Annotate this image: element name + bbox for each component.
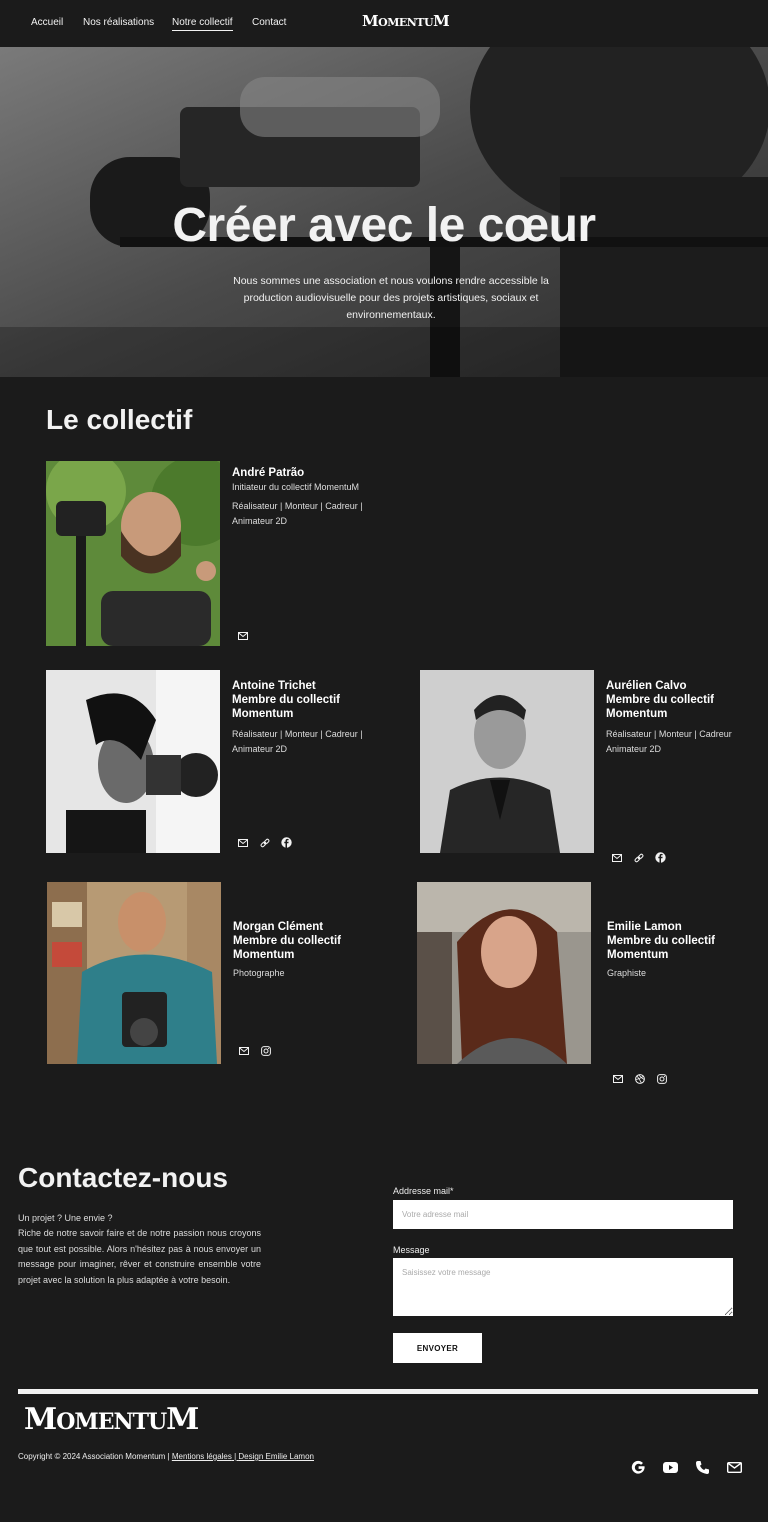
nav-collectif[interactable]: Notre collectif [172, 17, 233, 31]
member-socials [236, 629, 249, 642]
email-label: Addresse mail* [393, 1186, 454, 1196]
member-socials [610, 851, 667, 864]
nav-contact[interactable]: Contact [252, 17, 286, 28]
contact-lead: Un projet ? Une envie ? [18, 1213, 113, 1223]
member-name: Morgan Clément Membre du collectif Moment… [233, 921, 341, 961]
member-name: Emilie Lamon Membre du collectif Momentum [607, 921, 715, 961]
member-photo-morgan [47, 882, 221, 1064]
momentum-logo[interactable]: MOMENTUM [362, 12, 450, 30]
member-socials [236, 836, 293, 849]
nav-realisations[interactable]: Nos réalisations [83, 17, 154, 28]
send-button[interactable]: ENVOYER [393, 1333, 482, 1363]
member-name: Aurélien Calvo Membre du collectif Moment… [606, 680, 714, 720]
hero-title: Créer avec le cœur [172, 199, 596, 252]
member-photo-emilie [417, 882, 591, 1064]
dribbble-icon[interactable] [633, 1072, 646, 1085]
copyright: Copyright © 2024 Association Momentum | … [18, 1452, 314, 1461]
design-link[interactable]: Design Emilie Lamon [238, 1452, 314, 1461]
mail-icon[interactable] [611, 1072, 624, 1085]
link-icon[interactable] [258, 836, 271, 849]
member-photo-antoine [46, 670, 220, 853]
youtube-icon[interactable] [662, 1459, 679, 1476]
footer-logo[interactable]: MOMENTUM [24, 1402, 199, 1437]
hero-subtitle: Nous sommes une association et nous voul… [233, 275, 549, 321]
facebook-icon[interactable] [654, 851, 667, 864]
mail-icon[interactable] [726, 1459, 743, 1476]
mail-icon[interactable] [237, 1044, 250, 1057]
message-label: Message [393, 1245, 430, 1255]
member-skills: Graphiste [607, 968, 647, 978]
link-icon[interactable] [632, 851, 645, 864]
instagram-icon[interactable] [655, 1072, 668, 1085]
member-skills: Photographe [233, 968, 285, 978]
footer-divider [18, 1389, 758, 1394]
member-photo-andre [46, 461, 220, 646]
member-skills: Réalisateur | Monteur | Cadreur | Animat… [232, 501, 363, 526]
contact-title: Contactez-nous [18, 1162, 228, 1193]
message-field[interactable] [393, 1258, 733, 1316]
phone-icon[interactable] [694, 1459, 711, 1476]
email-field[interactable] [393, 1200, 733, 1229]
contact-description: Riche de notre savoir faire et de notre … [18, 1228, 261, 1285]
footer-social-icons [630, 1459, 743, 1476]
member-skills: Réalisateur | Monteur | Cadreur | Animat… [232, 729, 363, 754]
member-photo-aurelien [420, 670, 594, 853]
hero-banner: Créer avec le cœur Nous sommes une assoc… [0, 47, 768, 377]
member-name: Antoine Trichet Membre du collectif Momen… [232, 680, 340, 720]
instagram-icon[interactable] [259, 1044, 272, 1057]
member-socials [237, 1044, 272, 1057]
top-nav: Accueil Nos réalisations Notre collectif… [0, 0, 768, 47]
mail-icon[interactable] [236, 836, 249, 849]
mail-icon[interactable] [236, 629, 249, 642]
member-socials [611, 1072, 668, 1085]
mail-icon[interactable] [610, 851, 623, 864]
legal-link[interactable]: Mentions légales [172, 1452, 232, 1461]
facebook-icon[interactable] [280, 836, 293, 849]
nav-accueil[interactable]: Accueil [31, 17, 63, 28]
member-role: Initiateur du collectif MomentuM [232, 482, 360, 492]
google-icon[interactable] [630, 1459, 647, 1476]
member-skills: Réalisateur | Monteur | Cadreur Animateu… [606, 729, 732, 754]
collectif-title: Le collectif [46, 404, 193, 435]
member-name: André Patrão [232, 467, 305, 479]
